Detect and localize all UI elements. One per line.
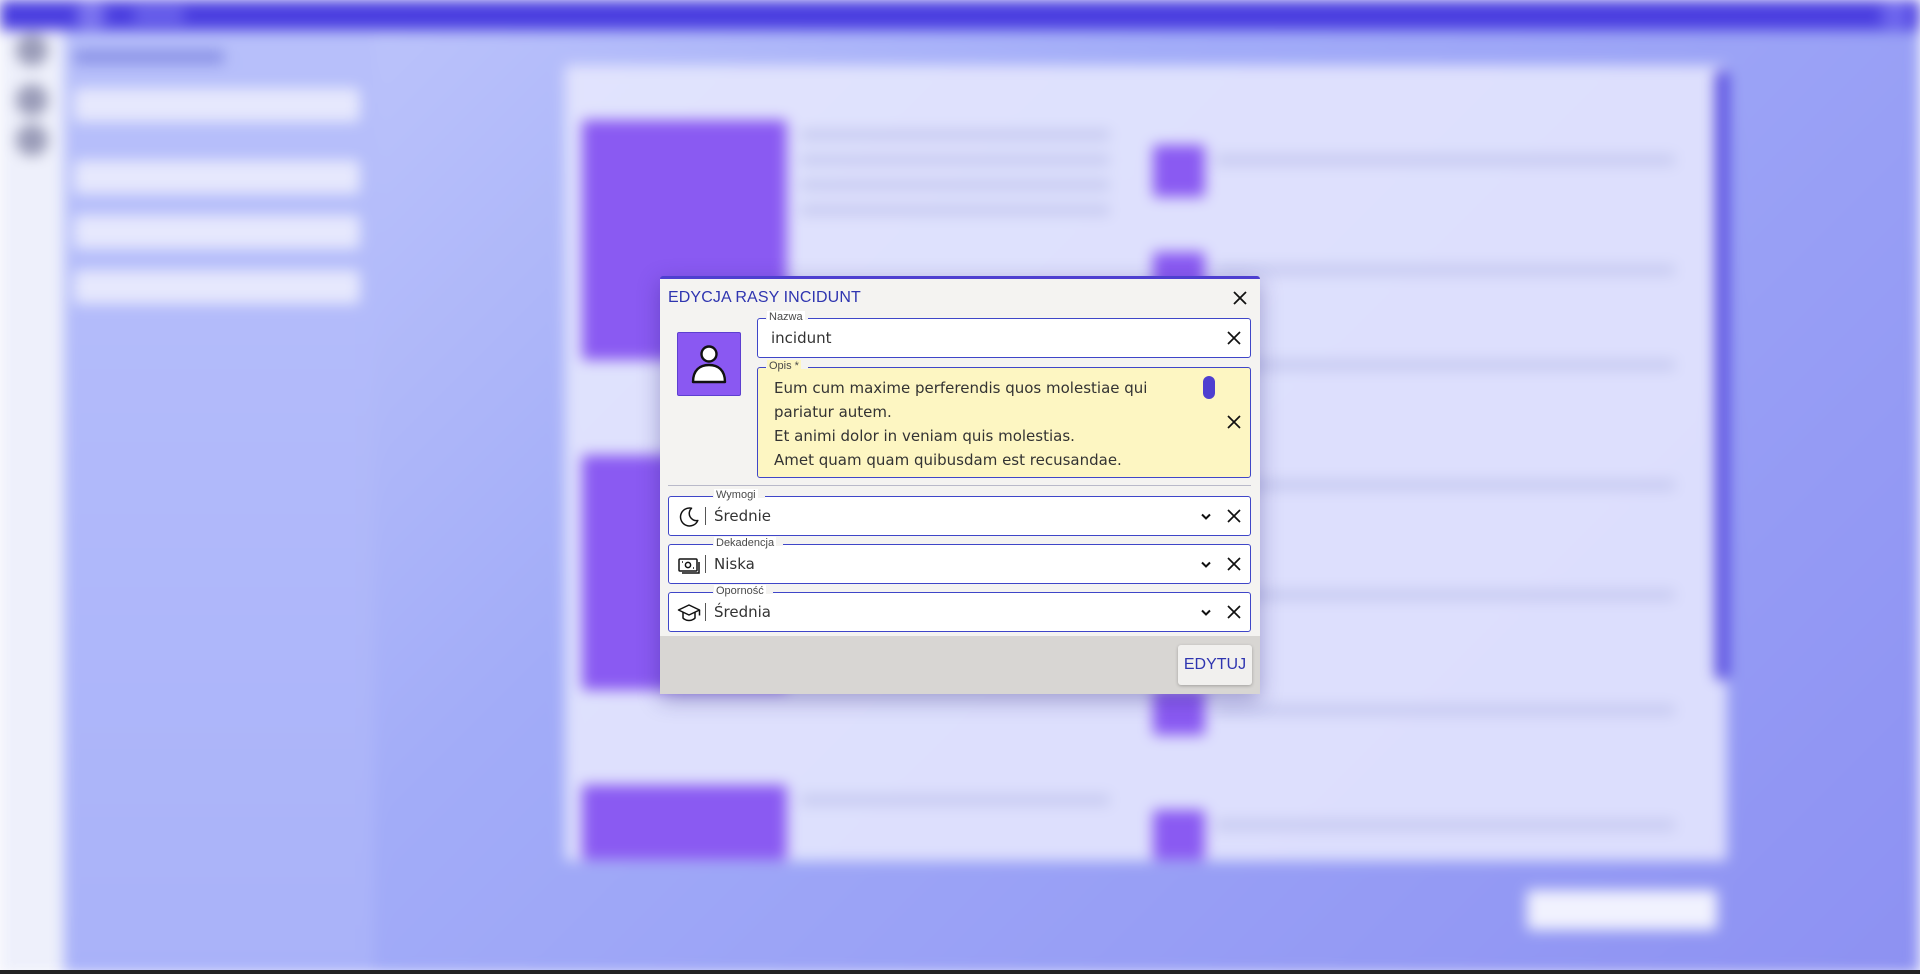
- logo-icon: [76, 2, 106, 28]
- divider: [668, 485, 1251, 486]
- nav-rail: [0, 30, 64, 974]
- moon-icon: [679, 507, 699, 527]
- description-line: Eum cum maxime perferendis quos molestia…: [774, 379, 1148, 397]
- clear-decadence-icon[interactable]: [1224, 554, 1244, 574]
- separator: [705, 603, 706, 621]
- user-avatar: [1880, 2, 1910, 28]
- text-line: [1215, 705, 1675, 715]
- text-line: [800, 795, 1110, 805]
- card-image: [1153, 690, 1205, 735]
- edit-race-dialog: EDYCJA RASY INCIDUNT Nazwa incidunt Opis…: [660, 276, 1260, 694]
- top-bar: [0, 0, 1920, 30]
- pager: [1527, 890, 1717, 930]
- requirements-label: Wymogi: [714, 489, 758, 501]
- chevron-down-icon[interactable]: [1196, 603, 1216, 623]
- description-line: Amet quam quam quibusdam est recusandae.: [774, 451, 1122, 469]
- text-line: [1215, 265, 1675, 275]
- user-icon: [691, 345, 727, 384]
- clear-name-icon[interactable]: [1224, 328, 1244, 348]
- resistance-value: Średnia: [714, 603, 771, 621]
- separator: [705, 555, 706, 573]
- description-scrollbar[interactable]: [1203, 376, 1215, 399]
- text-line: [1215, 820, 1675, 830]
- nav-rail-icon: [16, 124, 48, 156]
- filter-search: [74, 88, 360, 122]
- clear-description-icon[interactable]: [1224, 412, 1244, 432]
- dialog-title: EDYCJA RASY INCIDUNT: [668, 289, 861, 306]
- text-line: [800, 155, 1110, 165]
- requirements-value: Średnie: [714, 507, 772, 525]
- brand-text: [134, 8, 184, 22]
- card-image: [1153, 810, 1205, 860]
- filter-field: [74, 215, 360, 249]
- name-value: incidunt: [771, 329, 832, 347]
- clear-resistance-icon[interactable]: [1224, 602, 1244, 622]
- nav-rail-icon: [16, 84, 48, 116]
- description-line: pariatur autem.: [774, 403, 892, 421]
- list-scrollbar: [1715, 70, 1729, 680]
- filter-field: [74, 160, 360, 194]
- separator: [705, 507, 706, 525]
- nav-rail-icon: [16, 34, 48, 66]
- decadence-select[interactable]: Dekadencja Niska: [668, 537, 1251, 584]
- text-line: [800, 130, 1110, 140]
- resistance-label: Oporność: [714, 585, 766, 597]
- text-line: [800, 205, 1110, 215]
- graduation-cap-icon: [677, 604, 701, 622]
- text-line: [1215, 480, 1675, 490]
- chevron-down-icon[interactable]: [1196, 555, 1216, 575]
- name-field[interactable]: Nazwa incidunt: [757, 311, 1251, 358]
- clear-requirements-icon[interactable]: [1224, 506, 1244, 526]
- edit-button[interactable]: EDYTUJ: [1178, 645, 1252, 685]
- name-label: Nazwa: [767, 311, 805, 323]
- description-label: Opis *: [767, 360, 801, 372]
- decadence-label: Dekadencja: [714, 537, 777, 549]
- description-text[interactable]: Eum cum maxime perferendis quos molestia…: [774, 376, 1194, 472]
- requirements-select[interactable]: Wymogi Średnie: [668, 489, 1251, 536]
- card-image: [1153, 145, 1205, 197]
- text-line: [1215, 360, 1675, 370]
- money-icon: [678, 558, 700, 574]
- text-line: [1215, 155, 1675, 165]
- description-line: Et animi dolor in veniam quis molestias.: [774, 427, 1075, 445]
- card-image: [582, 785, 787, 860]
- decadence-value: Niska: [714, 555, 755, 573]
- filter-field: [74, 270, 360, 304]
- chevron-down-icon[interactable]: [1196, 507, 1216, 527]
- avatar[interactable]: [677, 332, 741, 396]
- text-line: [800, 180, 1110, 190]
- description-field[interactable]: Opis * Eum cum maxime perferendis quos m…: [757, 360, 1251, 478]
- dialog-footer: EDYTUJ: [660, 636, 1260, 694]
- resistance-select[interactable]: Oporność Średnia: [668, 585, 1251, 632]
- close-icon[interactable]: [1230, 288, 1250, 308]
- window-bottom-edge: [0, 970, 1920, 974]
- filter-title: [74, 50, 224, 64]
- text-line: [1215, 590, 1675, 600]
